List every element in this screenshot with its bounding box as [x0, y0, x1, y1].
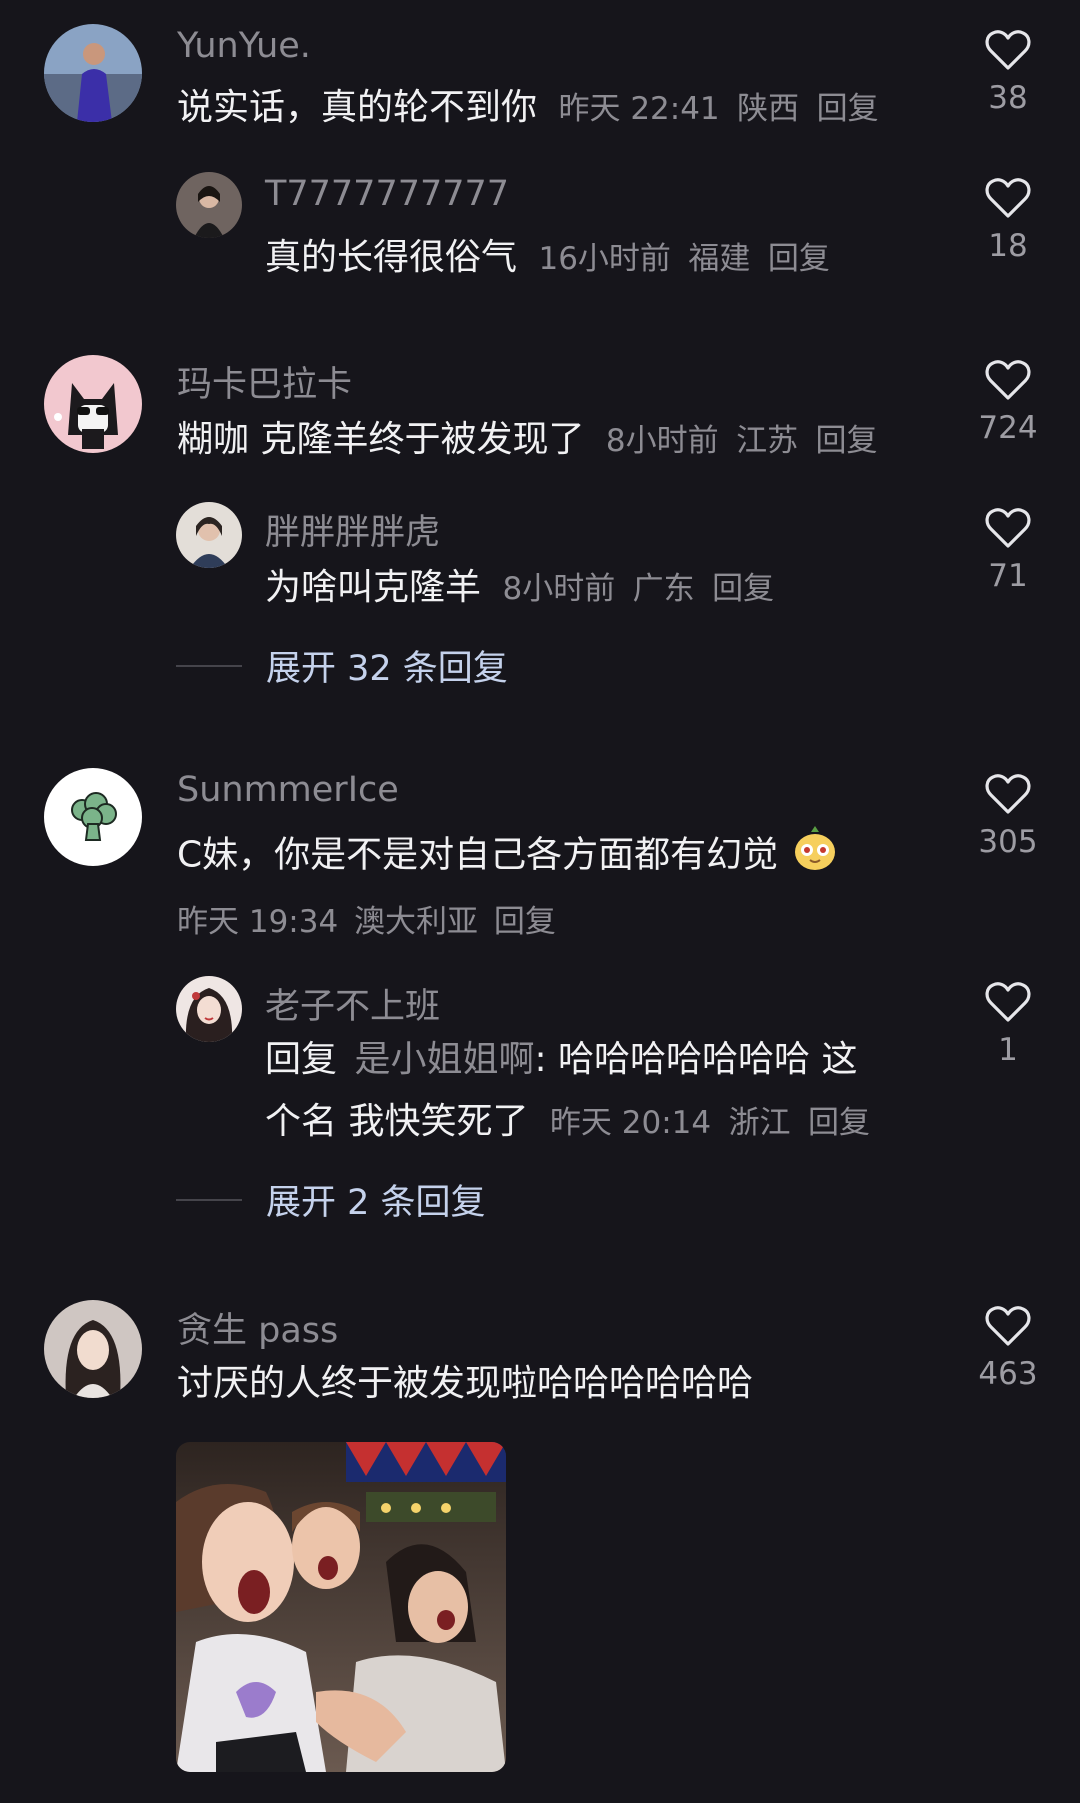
avatar[interactable]	[44, 768, 142, 866]
heart-outline-icon	[985, 1306, 1031, 1346]
reply-button[interactable]: 回复	[817, 91, 879, 127]
like-count: 18	[988, 228, 1028, 264]
reply-button[interactable]: 回复	[494, 904, 556, 940]
like-button[interactable]: 38	[968, 28, 1048, 116]
comment-location: 江苏	[736, 423, 799, 459]
expand-label: 展开 32 条回复	[266, 649, 508, 689]
reply-button[interactable]: 回复	[808, 1105, 870, 1141]
username[interactable]: 贪生 pass	[177, 1302, 338, 1353]
comment-text-row: 说实话，真的轮不到你 昨天 22:41 陕西 回复	[177, 78, 879, 139]
heart-outline-icon	[985, 178, 1031, 218]
avatar[interactable]	[44, 1300, 142, 1398]
like-button[interactable]: 71	[968, 506, 1048, 594]
comment-text-row: C妹，你是不是对自己各方面都有幻觉	[177, 822, 838, 891]
reply-text-row-2: 个名 我快笑死了 昨天 20:14 浙江 回复	[265, 1092, 870, 1153]
reply-text: : 哈哈哈哈哈哈哈 这	[534, 1039, 858, 1080]
comment-location: 陕西	[737, 91, 800, 127]
divider	[176, 1198, 242, 1201]
heart-outline-icon	[985, 982, 1031, 1022]
expand-replies-button[interactable]: 展开 32 条回复	[176, 640, 508, 691]
like-button[interactable]: 463	[968, 1304, 1048, 1392]
avatar[interactable]	[176, 502, 242, 568]
reply-prefix: 回复	[265, 1039, 338, 1080]
comment-text: 说实话，真的轮不到你	[177, 87, 538, 128]
reply-button[interactable]: 回复	[768, 241, 830, 277]
reply-location: 广东	[632, 571, 695, 607]
comment-time: 8小时前	[605, 423, 719, 459]
reply-time: 8小时前	[502, 571, 616, 607]
reply-button[interactable]: 回复	[712, 571, 774, 607]
like-count: 305	[978, 824, 1038, 860]
pear-face-emoji	[792, 822, 838, 891]
heart-outline-icon	[985, 774, 1031, 814]
like-count: 71	[988, 558, 1028, 594]
like-button[interactable]: 724	[968, 358, 1048, 446]
reply-text-continued: 个名 我快笑死了	[265, 1101, 529, 1142]
avatar[interactable]	[44, 355, 142, 453]
username[interactable]: SunmmerIce	[177, 770, 399, 810]
like-button[interactable]: 1	[968, 980, 1048, 1068]
like-count: 38	[988, 80, 1028, 116]
like-button[interactable]: 305	[968, 772, 1048, 860]
expand-replies-button[interactable]: 展开 2 条回复	[176, 1174, 486, 1225]
username[interactable]: 玛卡巴拉卡	[177, 356, 352, 407]
heart-outline-icon	[985, 360, 1031, 400]
avatar[interactable]	[176, 976, 242, 1042]
reply-text-row: 为啥叫克隆羊 8小时前 广东 回复	[265, 558, 774, 619]
mention-link[interactable]: 是小姐姐啊	[354, 1039, 534, 1080]
comment-image[interactable]	[176, 1442, 506, 1772]
username[interactable]: 老子不上班	[265, 978, 440, 1029]
like-button[interactable]: 18	[968, 176, 1048, 264]
comment-text: C妹，你是不是对自己各方面都有幻觉	[177, 834, 779, 876]
reply-time: 16小时前	[538, 241, 671, 277]
heart-outline-icon	[985, 508, 1031, 548]
comment-text: 糊咖 克隆羊终于被发现了	[177, 419, 585, 460]
like-count: 1	[998, 1032, 1018, 1068]
divider	[176, 664, 242, 667]
heart-outline-icon	[985, 30, 1031, 70]
comment-time: 昨天 19:34	[177, 904, 339, 940]
like-count: 724	[978, 410, 1038, 446]
like-count: 463	[978, 1356, 1038, 1392]
avatar[interactable]	[176, 172, 242, 238]
reply-location: 福建	[688, 241, 751, 277]
comment-text-row: 讨厌的人终于被发现啦哈哈哈哈哈哈	[177, 1354, 753, 1414]
expand-label: 展开 2 条回复	[266, 1183, 486, 1223]
comment-time: 昨天 22:41	[558, 91, 720, 127]
avatar[interactable]	[44, 24, 142, 122]
reply-text-row: 真的长得很俗气 16小时前 福建 回复	[265, 228, 830, 289]
reply-text: 为啥叫克隆羊	[265, 567, 482, 608]
username[interactable]: T7777777777	[265, 174, 509, 214]
reply-text-row: 回复 是小姐姐啊: 哈哈哈哈哈哈哈 这	[265, 1030, 858, 1090]
comment-text-row: 糊咖 克隆羊终于被发现了 8小时前 江苏 回复	[177, 410, 878, 471]
username[interactable]: YunYue.	[177, 26, 311, 66]
reply-button[interactable]: 回复	[816, 423, 878, 459]
username[interactable]: 胖胖胖胖虎	[265, 504, 440, 555]
comment-text: 讨厌的人终于被发现啦哈哈哈哈哈哈	[177, 1363, 754, 1404]
comment-location: 澳大利亚	[354, 904, 479, 940]
reply-location: 浙江	[728, 1105, 791, 1141]
reply-text: 真的长得很俗气	[265, 237, 518, 278]
reply-time: 昨天 20:14	[549, 1105, 712, 1141]
comment-meta-row: 昨天 19:34 澳大利亚 回复	[177, 896, 556, 941]
